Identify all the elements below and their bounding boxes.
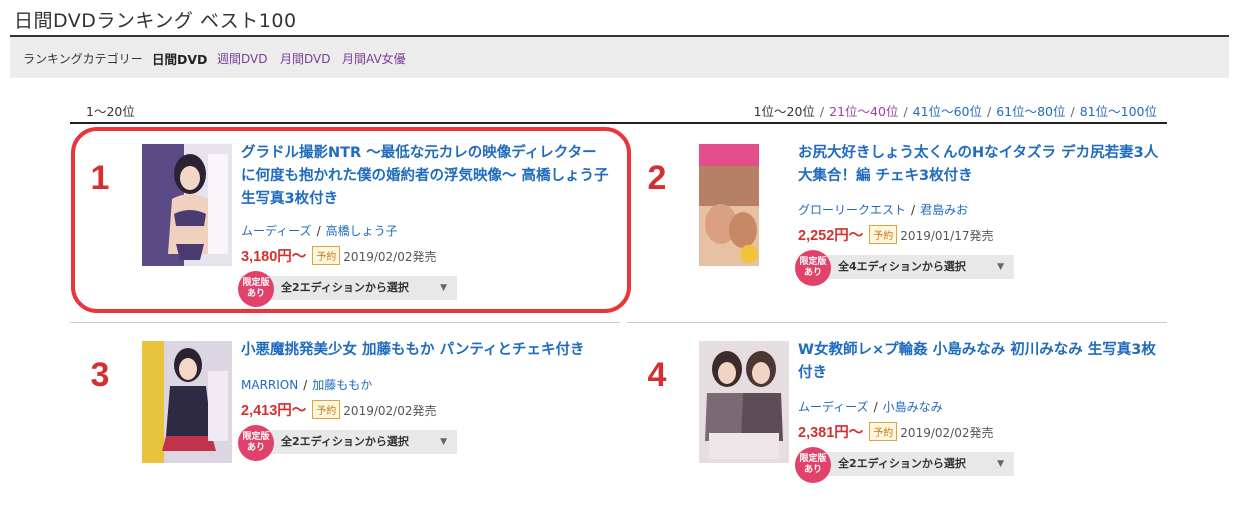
ranking-item: 3 小悪魔挑発美少女 加藤ももか パンティとチェキ付き MARRION / 加藤もも… <box>70 341 590 511</box>
edition-select-label: 全2エディションから選択 <box>838 457 966 470</box>
release-date: 2019/02/02発売 <box>900 426 994 440</box>
product-title-link[interactable]: お尻大好きしょう太くんのHなイタズラ デカ尻若妻3人大集合！編 チェキ3枚付き <box>798 142 1168 188</box>
maker-link[interactable]: グローリークエスト <box>798 203 906 217</box>
maker-actress: MARRION / 加藤ももか <box>241 376 372 393</box>
edition-select-label: 全4エディションから選択 <box>838 260 966 273</box>
maker-actress: グローリークエスト / 君島みお <box>798 201 968 218</box>
release-date: 2019/01/17発売 <box>900 229 994 243</box>
pager-separator: / <box>1070 104 1075 119</box>
product-thumbnail[interactable] <box>699 144 789 266</box>
rank-pager: 1位〜20位 / 21位〜40位 / 41位〜60位 / 61位〜80位 / 81位〜100位 <box>754 101 1157 120</box>
rank-number: 2 <box>647 159 667 197</box>
category-label: ランキングカテゴリー <box>23 52 143 66</box>
pager-link-21-40[interactable]: 21位〜40位 <box>829 104 898 119</box>
price-row: 2,413円〜 予約 2019/02/02発売 <box>241 399 436 420</box>
rank-1-highlight-outline <box>71 127 631 313</box>
slash-separator: / <box>911 203 916 217</box>
product-title-link[interactable]: 小悪魔挑発美少女 加藤ももか パンティとチェキ付き <box>241 339 611 362</box>
product-title-link[interactable]: W女教師レ×プ輪姦 小島みなみ 初川みなみ 生写真3枚付き <box>798 339 1168 385</box>
pager-link-41-60[interactable]: 41位〜60位 <box>913 104 982 119</box>
pager-current: 1位〜20位 <box>753 104 815 119</box>
pager-separator: / <box>819 104 825 119</box>
reserve-badge: 予約 <box>869 422 898 441</box>
chevron-down-icon: ▼ <box>997 262 1004 272</box>
category-link-weekly-dvd[interactable]: 週間DVD <box>217 50 267 67</box>
product-thumbnail[interactable] <box>699 341 789 463</box>
pager-link-61-80[interactable]: 61位〜80位 <box>996 104 1065 119</box>
limited-edition-badge: 限定版 あり <box>795 250 831 286</box>
chevron-down-icon: ▼ <box>440 437 447 447</box>
limited-badge-line: あり <box>803 268 822 278</box>
limited-edition-badge: 限定版 あり <box>795 447 831 483</box>
page-title: 日間DVDランキング ベスト100 <box>14 10 297 32</box>
limited-badge-line: 限定版 <box>799 257 827 267</box>
price: 2,381円〜 <box>798 425 864 441</box>
limited-edition-badge: 限定版 あり <box>238 425 274 461</box>
category-link-monthly-dvd[interactable]: 月間DVD <box>280 50 330 67</box>
category-link-monthly-actress[interactable]: 月間AV女優 <box>342 50 406 67</box>
product-thumbnail[interactable] <box>142 341 232 463</box>
limited-badge-line: あり <box>803 465 822 475</box>
rank-number: 3 <box>90 356 110 394</box>
release-date: 2019/02/02発売 <box>343 404 437 418</box>
pager-link-81-100[interactable]: 81位〜100位 <box>1080 104 1157 119</box>
category-bar: ランキングカテゴリー 日間DVD 週間DVD 月間DVD 月間AV女優 <box>10 37 1229 78</box>
pager-separator: / <box>903 104 908 119</box>
reserve-badge: 予約 <box>869 225 898 244</box>
actress-link[interactable]: 加藤ももか <box>312 378 372 392</box>
list-divider <box>70 122 1167 124</box>
row-divider <box>70 322 620 323</box>
price-row: 2,381円〜 予約 2019/02/02発売 <box>798 421 993 442</box>
ranking-item: 4 W女教師レ×プ輪姦 小島みなみ 初川みなみ 生写真3枚付き ムーディーズ / 小… <box>627 341 1156 511</box>
limited-badge-line: 限定版 <box>242 432 270 442</box>
edition-select-label: 全2エディションから選択 <box>281 435 409 448</box>
actress-link[interactable]: 君島みお <box>920 203 968 217</box>
limited-badge-line: あり <box>246 443 265 453</box>
slash-separator: / <box>303 378 308 392</box>
actress-link[interactable]: 小島みなみ <box>883 400 943 414</box>
range-label: 1〜20位 <box>86 104 135 119</box>
price-row: 2,252円〜 予約 2019/01/17発売 <box>798 224 993 245</box>
ranking-item: 2 お尻大好きしょう太くんのHなイタズラ デカ尻若妻3人大集合！編 チェキ3枚付… <box>627 144 1158 314</box>
category-current: 日間DVD <box>152 52 208 67</box>
maker-link[interactable]: MARRION <box>241 378 298 392</box>
pager-separator: / <box>986 104 992 119</box>
rank-number: 4 <box>647 356 667 394</box>
price: 2,413円〜 <box>241 403 307 419</box>
maker-link[interactable]: ムーディーズ <box>798 400 869 414</box>
slash-separator: / <box>873 400 878 414</box>
price: 2,252円〜 <box>798 228 864 244</box>
reserve-badge: 予約 <box>312 400 341 419</box>
row-divider <box>627 322 1167 323</box>
chevron-down-icon: ▼ <box>997 459 1004 469</box>
maker-actress: ムーディーズ / 小島みなみ <box>798 398 943 415</box>
limited-badge-line: 限定版 <box>799 454 827 464</box>
